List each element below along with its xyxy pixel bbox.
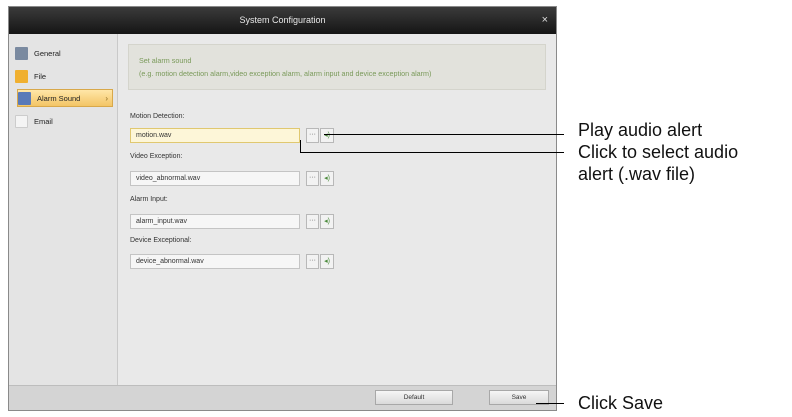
alarm-sound-hint: Set alarm sound (e.g. motion detection a… (128, 44, 546, 90)
save-callout: Click Save (578, 393, 664, 413)
alarm-sound-panel: Set alarm sound (e.g. motion detection a… (118, 34, 556, 386)
alarm-input-label: Alarm Input: (130, 196, 168, 203)
window-title: System Configuration (239, 15, 326, 25)
motion-detection-browse-button[interactable]: ··· (306, 128, 319, 143)
select-callout-line (300, 152, 564, 153)
alarm-input-play-button[interactable]: ◂) (320, 214, 334, 229)
device-exceptional-sound-field[interactable]: device_abnormal.wav (130, 254, 300, 269)
motion-detection-label: Motion Detection: (130, 113, 185, 120)
folder-icon (15, 69, 28, 83)
video-exception-sound-field[interactable]: video_abnormal.wav (130, 171, 300, 186)
sidebar-item-file[interactable]: File (15, 67, 113, 85)
alarm-sound-icon (18, 91, 31, 105)
window-titlebar: System Configuration × (9, 7, 556, 34)
device-exceptional-play-button[interactable]: ◂) (320, 254, 334, 269)
general-icon (15, 46, 28, 60)
system-configuration-window: System Configuration × General File Alar… (8, 6, 557, 411)
sidebar-item-label: General (34, 48, 61, 58)
motion-detection-sound-field[interactable]: motion.wav (130, 128, 300, 143)
alarm-input-sound-field[interactable]: alarm_input.wav (130, 214, 300, 229)
save-callout-line (536, 403, 564, 404)
close-icon[interactable]: × (542, 7, 548, 34)
dialog-footer: Default Save (9, 385, 556, 410)
alarm-input-browse-button[interactable]: ··· (306, 214, 319, 229)
video-exception-label: Video Exception: (130, 153, 183, 160)
email-icon (15, 114, 28, 128)
video-exception-browse-button[interactable]: ··· (306, 171, 319, 186)
play-callout-line (324, 134, 564, 135)
default-button[interactable]: Default (375, 390, 453, 405)
sidebar-item-label: Alarm Sound (37, 93, 81, 103)
settings-sidebar: General File Alarm Sound › Email (9, 34, 118, 386)
hint-description: (e.g. motion detection alarm,video excep… (139, 69, 432, 78)
sidebar-item-email[interactable]: Email (15, 112, 113, 130)
motion-detection-play-button[interactable]: ◂) (320, 128, 334, 143)
device-exceptional-browse-button[interactable]: ··· (306, 254, 319, 269)
hint-title: Set alarm sound (139, 56, 192, 65)
device-exceptional-label: Device Exceptional: (130, 237, 192, 244)
sidebar-item-alarm-sound[interactable]: Alarm Sound › (17, 89, 113, 107)
sidebar-item-general[interactable]: General (15, 44, 113, 62)
video-exception-play-button[interactable]: ◂) (320, 171, 334, 186)
chevron-right-icon: › (105, 93, 108, 103)
play-audio-callout: Play audio alert (578, 120, 703, 140)
select-audio-callout-line1: Click to select audio (578, 142, 739, 162)
select-audio-callout-line2: alert (.wav file) (578, 164, 696, 184)
sidebar-item-label: Email (34, 116, 53, 126)
sidebar-item-label: File (34, 71, 47, 81)
